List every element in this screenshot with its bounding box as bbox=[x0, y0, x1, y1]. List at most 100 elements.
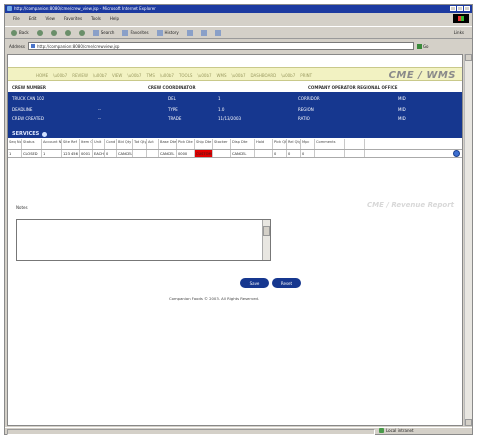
forward-arrow-icon bbox=[36, 29, 43, 36]
table-header-cell bbox=[345, 139, 365, 149]
region-label: REGION bbox=[298, 107, 314, 112]
table-header-cell: Rel Qty bbox=[287, 139, 301, 149]
notes-scrollbar[interactable] bbox=[262, 220, 270, 260]
menu-view[interactable]: View bbox=[45, 16, 55, 21]
stop-button[interactable] bbox=[50, 29, 57, 36]
info-header: CREW NUMBER CREW COORDINATOR COMPANY OPE… bbox=[8, 85, 462, 90]
menu-favorites[interactable]: Favorites bbox=[64, 16, 82, 21]
notes-textarea[interactable] bbox=[16, 219, 271, 261]
nav-tms[interactable]: TMS bbox=[146, 73, 154, 78]
minimize-button[interactable] bbox=[450, 6, 456, 11]
nav-review[interactable]: REVIEW bbox=[72, 73, 88, 78]
table-header-cell: Disp Dte bbox=[231, 139, 255, 149]
go-arrow-icon bbox=[416, 43, 422, 49]
go-button[interactable]: Go bbox=[416, 43, 428, 49]
copyright-text: Companion Foods © 2003. All Rights Reser… bbox=[169, 296, 260, 301]
history-icon bbox=[156, 29, 163, 36]
menu-bar: File Edit View Favorites Tools Help bbox=[5, 14, 472, 23]
table-header-cell: Comments bbox=[315, 139, 345, 149]
corridor-label: CORRIDOR bbox=[298, 96, 320, 101]
table-header-cell: Seq No bbox=[8, 139, 22, 149]
ratio-value: MID bbox=[398, 116, 406, 121]
form-buttons: Save Reset bbox=[240, 278, 301, 288]
company-operator-label: COMPANY OPERATOR REGIONAL OFFICE bbox=[308, 85, 398, 90]
table-cell: 0001 bbox=[80, 150, 93, 157]
forward-button[interactable] bbox=[36, 29, 43, 36]
windows-logo-icon bbox=[453, 14, 469, 23]
table-cell: 0 bbox=[287, 150, 301, 157]
toolbar: Back Search Favorites History Links bbox=[5, 26, 472, 39]
browser-window: http://companion:8080/cme/crew_view.jsp … bbox=[4, 4, 473, 435]
back-button[interactable]: Back bbox=[11, 29, 29, 36]
nav-tools[interactable]: TOOLS bbox=[179, 73, 193, 78]
links-button[interactable]: Links bbox=[454, 30, 464, 35]
table-row[interactable]: 1 CLOSED 1 123 456 0001 EACH 0 CANCEL CANCEL 0000… bbox=[8, 150, 462, 158]
table-cell bbox=[147, 150, 159, 157]
maximize-button[interactable] bbox=[457, 6, 463, 11]
table-header-cell: Item Qty bbox=[80, 139, 93, 149]
menu-help[interactable]: Help bbox=[110, 16, 119, 21]
stop-icon bbox=[50, 29, 57, 36]
site-nav: HOME \u00b7 REVIEW \u00b7 VIEW \u00b7 TMS \u… bbox=[36, 73, 313, 78]
table-cell: 0 bbox=[105, 150, 117, 157]
reset-button[interactable]: Reset bbox=[272, 278, 301, 288]
services-toggle[interactable]: SERVICES bbox=[12, 131, 48, 137]
table-cell: 0000 bbox=[177, 150, 195, 157]
page-scrollbar[interactable] bbox=[464, 54, 472, 426]
ie-icon bbox=[7, 6, 12, 11]
table-header-cell: Act bbox=[147, 139, 159, 149]
deadline-value: -- bbox=[98, 107, 101, 112]
favorites-icon bbox=[122, 29, 129, 36]
close-button[interactable] bbox=[464, 6, 470, 11]
window-title: http://companion:8080/cme/crew_view.jsp … bbox=[14, 6, 156, 11]
table-header-cell: Cond bbox=[105, 139, 117, 149]
trade-value: 11/13/2003 bbox=[218, 116, 242, 121]
edit-button[interactable] bbox=[214, 29, 221, 36]
type-value: 1.0 bbox=[218, 107, 225, 112]
crew-coordinator-label: CREW COORDINATOR bbox=[148, 85, 196, 90]
print-icon bbox=[200, 29, 207, 36]
history-button[interactable]: History bbox=[156, 29, 179, 36]
nav-dashboard[interactable]: DASHBOARD bbox=[251, 73, 277, 78]
trade-label: TRADE bbox=[168, 116, 182, 121]
menu-file[interactable]: File bbox=[13, 16, 20, 21]
row-action-icon[interactable] bbox=[453, 150, 460, 157]
table-cell bbox=[255, 150, 273, 157]
scroll-down-arrow-icon[interactable] bbox=[465, 419, 472, 426]
table-header-cell: Ship Dte bbox=[195, 139, 213, 149]
nav-wms[interactable]: WMS bbox=[217, 73, 227, 78]
address-input[interactable]: http://companion:8080/cme/crewview.jsp bbox=[27, 42, 414, 50]
save-button[interactable]: Save bbox=[240, 278, 269, 288]
scroll-up-arrow-icon[interactable] bbox=[465, 54, 472, 61]
table-header-cell: Hold bbox=[255, 139, 273, 149]
search-button[interactable]: Search bbox=[92, 29, 114, 36]
table-cell: CUSTOM bbox=[195, 150, 213, 157]
region-value: MID bbox=[398, 107, 406, 112]
report-watermark: CME / Revenue Report bbox=[367, 201, 454, 209]
nav-home[interactable]: HOME bbox=[36, 73, 48, 78]
mail-button[interactable] bbox=[186, 29, 193, 36]
status-bar: Local intranet bbox=[5, 427, 472, 435]
favorites-button[interactable]: Favorites bbox=[122, 29, 149, 36]
nav-print[interactable]: PRINT bbox=[300, 73, 312, 78]
table-header: Seq NoStatusAccount NoSite RefItem QtyUn… bbox=[8, 139, 462, 150]
table-header-cell: Tot Qty bbox=[133, 139, 147, 149]
scroll-thumb[interactable] bbox=[263, 226, 270, 236]
menu-tools[interactable]: Tools bbox=[91, 16, 101, 21]
table-cell: CANCEL bbox=[159, 150, 177, 157]
nav-view[interactable]: VIEW bbox=[112, 73, 122, 78]
refresh-icon bbox=[64, 29, 71, 36]
table-cell: EACH bbox=[94, 150, 105, 157]
refresh-button[interactable] bbox=[64, 29, 71, 36]
crew-created-value: -- bbox=[98, 116, 101, 121]
home-button[interactable] bbox=[78, 29, 85, 36]
zone-indicator: Local intranet bbox=[379, 428, 414, 433]
table-header-cell: Bld Qty bbox=[117, 139, 133, 149]
print-button[interactable] bbox=[200, 29, 207, 36]
title-bar: http://companion:8080/cme/crew_view.jsp … bbox=[5, 5, 472, 13]
table-header-cell: Status bbox=[22, 139, 42, 149]
crew-created-label: CREW CREATED bbox=[12, 116, 44, 121]
crew-number-label: CREW NUMBER bbox=[12, 85, 46, 90]
menu-edit[interactable]: Edit bbox=[29, 16, 37, 21]
table-cell: 0 bbox=[301, 150, 315, 157]
